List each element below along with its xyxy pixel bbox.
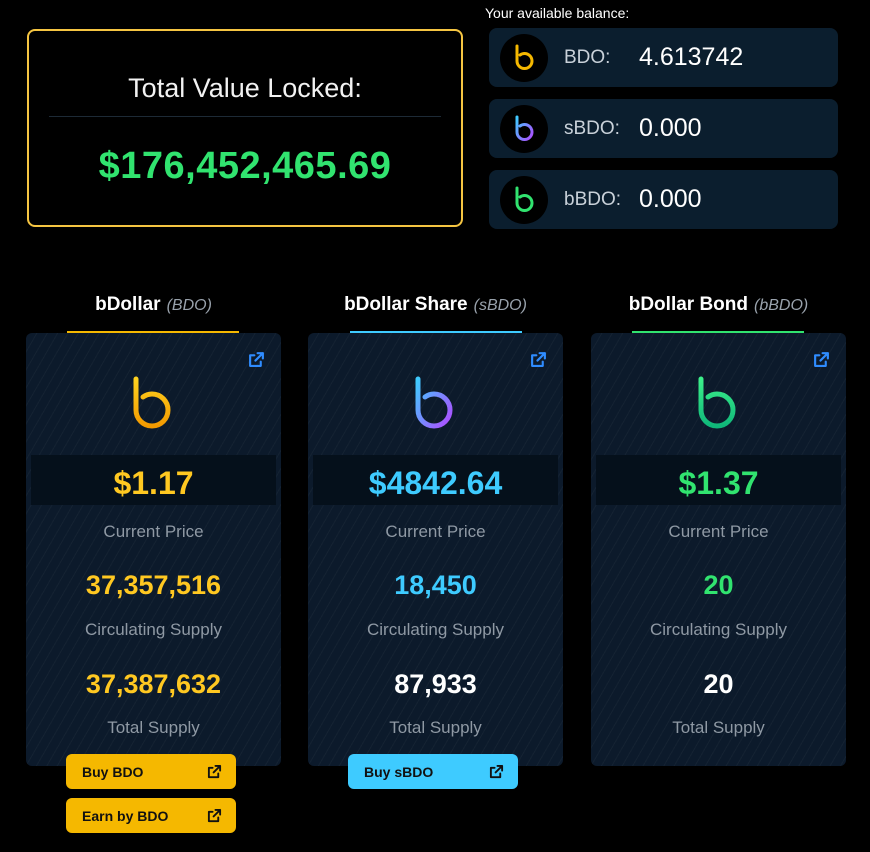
balance-name: BDO: bbox=[564, 47, 611, 68]
circulating-supply-label: Circulating Supply bbox=[84, 620, 222, 639]
bbdo-total-supply: 20 bbox=[703, 669, 734, 699]
balance-name: bBDO: bbox=[564, 189, 622, 210]
sbdo-logo-icon bbox=[415, 376, 453, 429]
balance-row-sbdo: sBDO: 0.000 bbox=[489, 99, 838, 158]
external-link-icon bbox=[489, 764, 504, 779]
tvl-panel: Total Value Locked: $176,452,465.69 bbox=[27, 29, 463, 227]
bbdo-card: $1.37 Current Price 20 Circulating Suppl… bbox=[591, 333, 846, 766]
bdo-column-heading: bDollar (BDO) bbox=[26, 294, 281, 316]
balance-row-bbdo: bBDO: 0.000 bbox=[489, 170, 838, 229]
external-link-icon[interactable] bbox=[530, 351, 547, 368]
bdo-logo-icon bbox=[500, 34, 548, 82]
external-link-icon[interactable] bbox=[813, 351, 830, 368]
bdo-circulating-supply: 37,357,516 bbox=[85, 570, 222, 600]
balance-name: sBDO: bbox=[564, 118, 620, 139]
bdo-price: $1.17 bbox=[113, 465, 194, 501]
sbdo-total-supply: 87,933 bbox=[394, 669, 477, 699]
circulating-supply-label: Circulating Supply bbox=[649, 620, 787, 639]
bbdo-price: $1.37 bbox=[678, 465, 759, 501]
tvl-divider bbox=[49, 116, 441, 117]
bbdo-ticker: (bBDO) bbox=[754, 297, 809, 314]
bbdo-name: bDollar Bond bbox=[628, 294, 749, 315]
bdo-total-supply: 37,387,632 bbox=[85, 669, 222, 699]
total-supply-label: Total Supply bbox=[389, 718, 482, 737]
price-band: $1.37 bbox=[596, 455, 841, 505]
sbdo-column-heading: bDollar Share (sBDO) bbox=[308, 294, 563, 316]
total-supply-label: Total Supply bbox=[107, 718, 200, 737]
external-link-icon bbox=[207, 764, 222, 779]
bdo-name: bDollar bbox=[95, 294, 161, 315]
bdo-card: $1.17 Current Price 37,357,516 Circulati… bbox=[26, 333, 281, 766]
price-band: $4842.64 bbox=[313, 455, 558, 505]
price-label: Current Price bbox=[385, 522, 486, 541]
buy-bdo-label: Buy BDO bbox=[82, 764, 144, 780]
balance-value: 0.000 bbox=[639, 114, 702, 142]
external-link-icon[interactable] bbox=[248, 351, 265, 368]
buy-sbdo-label: Buy sBDO bbox=[364, 764, 434, 780]
price-label: Current Price bbox=[668, 522, 769, 541]
balance-row-bdo: BDO: 4.613742 bbox=[489, 28, 838, 87]
total-supply-label: Total Supply bbox=[672, 718, 765, 737]
sbdo-price: $4842.64 bbox=[368, 465, 503, 501]
buy-sbdo-button[interactable]: Buy sBDO bbox=[348, 754, 518, 789]
balance-value: 0.000 bbox=[639, 185, 702, 213]
sbdo-logo-icon bbox=[500, 105, 548, 153]
tvl-value: $176,452,465.69 bbox=[98, 145, 392, 187]
sbdo-ticker: (sBDO) bbox=[473, 297, 527, 314]
buy-bdo-button[interactable]: Buy BDO bbox=[66, 754, 236, 789]
sbdo-circulating-supply: 18,450 bbox=[394, 570, 477, 600]
tvl-title: Total Value Locked: bbox=[128, 73, 362, 103]
bdo-logo-icon bbox=[133, 376, 171, 429]
balance-value: 4.613742 bbox=[639, 43, 744, 71]
bbdo-logo-icon bbox=[500, 176, 548, 224]
sbdo-name: bDollar Share bbox=[344, 294, 468, 315]
circulating-supply-label: Circulating Supply bbox=[366, 620, 504, 639]
bbdo-logo-icon bbox=[698, 376, 736, 429]
earn-by-bdo-button[interactable]: Earn by BDO bbox=[66, 798, 236, 833]
external-link-icon bbox=[207, 808, 222, 823]
price-label: Current Price bbox=[103, 522, 204, 541]
price-band: $1.17 bbox=[31, 455, 276, 505]
bbdo-column-heading: bDollar Bond (bBDO) bbox=[591, 294, 846, 316]
balance-title: Your available balance: bbox=[485, 5, 630, 21]
sbdo-card: $4842.64 Current Price 18,450 Circulatin… bbox=[308, 333, 563, 766]
bbdo-circulating-supply: 20 bbox=[703, 570, 734, 600]
bdo-ticker: (BDO) bbox=[166, 297, 212, 314]
earn-by-bdo-label: Earn by BDO bbox=[82, 808, 169, 824]
